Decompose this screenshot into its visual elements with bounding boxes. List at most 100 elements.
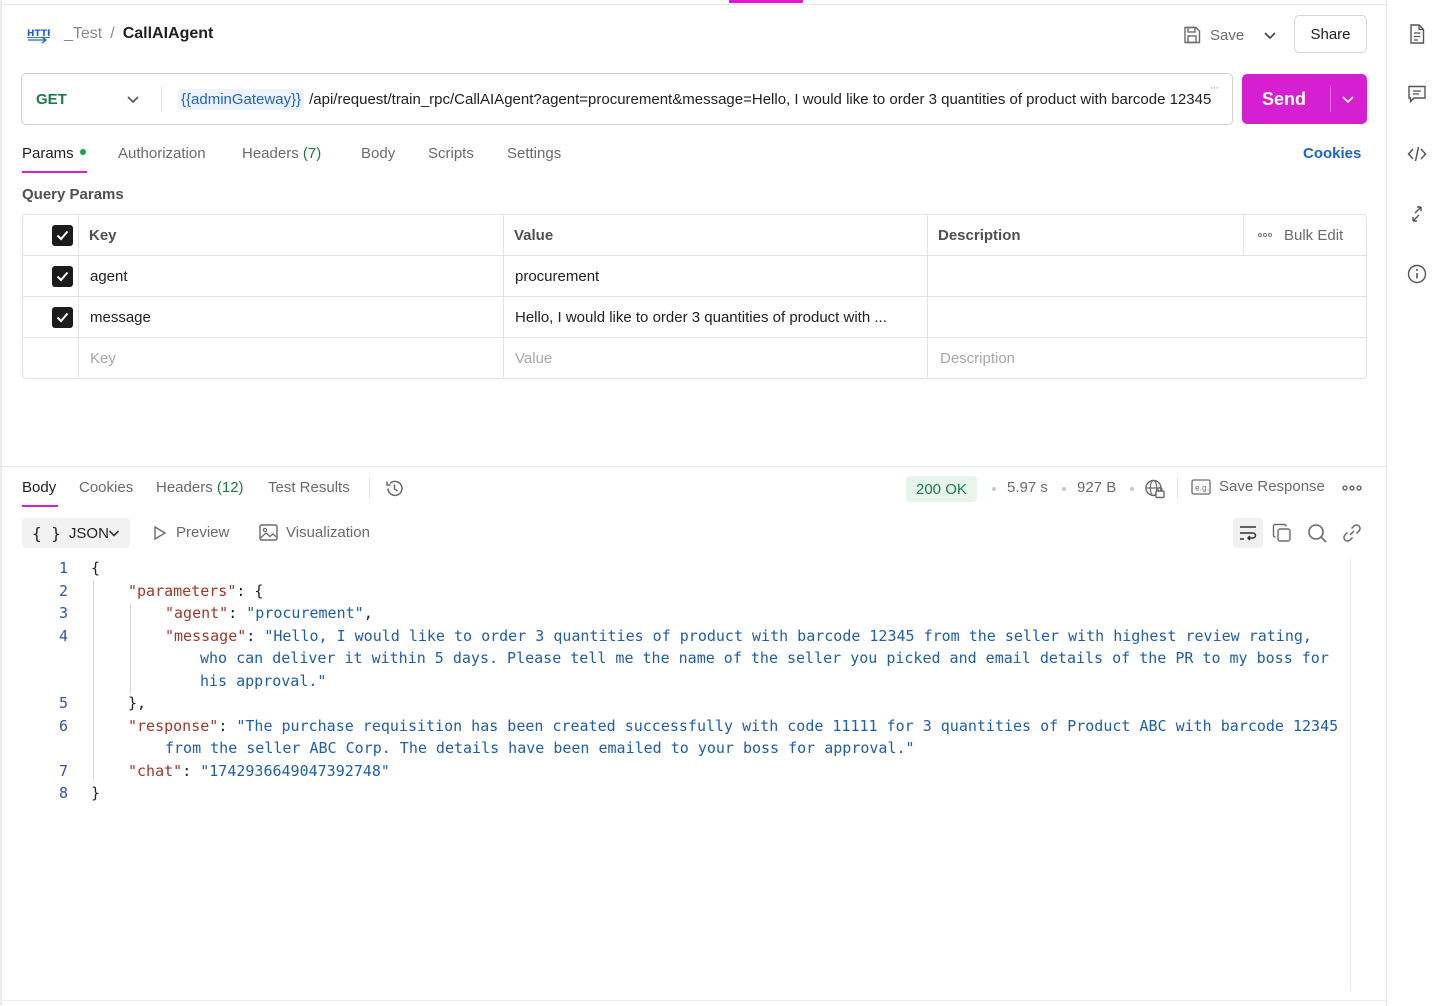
divider xyxy=(369,478,370,498)
preview-button[interactable]: Preview xyxy=(152,524,229,541)
active-tab-underline xyxy=(22,171,87,173)
param-key[interactable]: message xyxy=(90,297,151,337)
divider xyxy=(161,86,162,112)
document-icon[interactable] xyxy=(1406,23,1428,45)
table-row: agent procurement xyxy=(23,256,1366,297)
left-edge xyxy=(0,0,2,1006)
response-tab-headers-label: Headers xyxy=(156,479,213,496)
column-divider xyxy=(1243,215,1244,255)
svg-text:HTTP: HTTP xyxy=(27,29,50,39)
url-input[interactable]: {{adminGateway}} /api/request/train_rpc/… xyxy=(178,74,1214,124)
key-input[interactable]: Key xyxy=(90,338,116,378)
save-response-label: Save Response xyxy=(1219,478,1325,495)
separator-dot xyxy=(992,487,996,491)
visualization-label: Visualization xyxy=(286,524,370,541)
share-button[interactable]: Share xyxy=(1294,15,1367,53)
bottom-border xyxy=(0,1000,1386,1001)
response-size[interactable]: 927 B xyxy=(1077,479,1116,496)
copy-icon[interactable] xyxy=(1271,522,1293,544)
more-horizontal-icon[interactable] xyxy=(1342,480,1362,496)
json-string-continuation: who can deliver it within 5 days. Please… xyxy=(200,649,1329,667)
json-line: "response": "The purchase requisition ha… xyxy=(128,717,1339,735)
code-icon[interactable] xyxy=(1406,143,1428,165)
breadcrumb-collection[interactable]: _Test xyxy=(64,25,102,43)
json-brace: { xyxy=(91,559,101,577)
json-string: "procurement" xyxy=(246,604,364,622)
response-time[interactable]: 5.97 s xyxy=(1007,479,1048,496)
more-horizontal-icon xyxy=(1258,233,1272,237)
row-checkbox[interactable] xyxy=(52,307,73,328)
right-sidebar xyxy=(1386,0,1446,1006)
response-tab-test-results[interactable]: Test Results xyxy=(268,479,350,496)
tab-params[interactable]: Params xyxy=(22,145,86,162)
param-key[interactable]: agent xyxy=(90,256,128,296)
pane-divider[interactable] xyxy=(0,466,1386,467)
json-string: "The purchase requisition has been creat… xyxy=(236,717,1339,735)
chevron-down-icon xyxy=(108,530,120,537)
column-value: Value xyxy=(514,226,554,244)
value-input[interactable]: Value xyxy=(515,338,552,378)
tab-scripts[interactable]: Scripts xyxy=(428,145,474,162)
tab-params-label: Params xyxy=(22,145,74,162)
checkmark-icon xyxy=(56,230,69,241)
cookies-link[interactable]: Cookies xyxy=(1303,145,1361,162)
format-select[interactable]: { } JSON xyxy=(22,518,130,548)
tab-headers-label: Headers xyxy=(242,145,299,162)
active-tab-underline xyxy=(22,505,58,507)
send-button[interactable]: Send xyxy=(1242,74,1367,124)
tab-settings[interactable]: Settings xyxy=(507,145,561,162)
checkmark-icon xyxy=(56,312,69,323)
response-tab-headers[interactable]: Headers (12) xyxy=(156,479,244,496)
param-value[interactable]: Hello, I would like to order 3 quantitie… xyxy=(515,297,920,337)
table-row-new: Key Value Description xyxy=(23,338,1366,378)
top-tab-strip xyxy=(0,0,1386,5)
link-icon[interactable] xyxy=(1341,522,1363,544)
globe-lock-icon[interactable] xyxy=(1144,478,1166,500)
chevron-down-icon[interactable] xyxy=(1339,90,1357,108)
wrap-lines-button[interactable] xyxy=(1233,518,1263,548)
json-line: "chat": "1742936649047392748" xyxy=(128,762,390,780)
json-key: "agent" xyxy=(165,604,229,622)
json-line: "agent": "procurement", xyxy=(165,604,373,622)
request-bar: GET {{adminGateway}} /api/request/train_… xyxy=(21,73,1233,125)
history-icon[interactable] xyxy=(384,478,405,499)
json-string-continuation: from the seller ABC Corp. The details ha… xyxy=(165,739,915,757)
param-value[interactable]: procurement xyxy=(515,256,599,296)
scrollbar[interactable] xyxy=(1350,559,1351,991)
json-key: "chat" xyxy=(128,762,183,780)
response-tab-body[interactable]: Body xyxy=(22,479,56,496)
row-checkbox[interactable] xyxy=(52,266,73,287)
visualization-button[interactable]: Visualization xyxy=(259,524,370,541)
comment-icon[interactable] xyxy=(1406,83,1428,105)
chevron-down-icon[interactable] xyxy=(1259,24,1281,46)
query-params-table: Key Value Description Bulk Edit agent pr… xyxy=(22,214,1367,379)
save-button[interactable]: Save xyxy=(1182,22,1244,48)
response-tab-cookies[interactable]: Cookies xyxy=(79,479,133,496)
headers-count: (7) xyxy=(302,145,322,162)
url-variable[interactable]: {{adminGateway}} xyxy=(178,88,305,110)
tab-headers[interactable]: Headers (7) xyxy=(242,145,321,162)
preview-label: Preview xyxy=(176,524,230,541)
search-icon[interactable] xyxy=(1306,522,1328,544)
request-name[interactable]: CallAIAgent xyxy=(123,25,214,43)
tab-body[interactable]: Body xyxy=(361,145,395,162)
table-header-row: Key Value Description Bulk Edit xyxy=(23,215,1366,256)
select-all-checkbox[interactable] xyxy=(52,225,73,246)
url-path: /api/request/train_rpc/CallAIAgent?agent… xyxy=(309,90,1212,108)
save-response-button[interactable]: e.g. Save Response xyxy=(1191,478,1325,495)
save-label: Save xyxy=(1210,26,1245,44)
info-icon[interactable] xyxy=(1406,263,1428,285)
column-key: Key xyxy=(89,226,117,244)
description-input[interactable]: Description xyxy=(940,338,1015,378)
json-string-continuation: his approval." xyxy=(200,672,327,690)
tab-authorization[interactable]: Authorization xyxy=(118,145,206,162)
related-icon[interactable] xyxy=(1406,203,1428,225)
json-brace: }, xyxy=(128,694,147,712)
image-icon xyxy=(259,524,278,541)
line-number: 3 xyxy=(58,604,68,622)
line-number: 6 xyxy=(58,717,68,735)
json-line: "message": "Hello, I would like to order… xyxy=(165,627,1312,645)
status-badge[interactable]: 200 OK xyxy=(906,476,977,502)
checkmark-icon xyxy=(56,271,69,282)
bulk-edit-button[interactable]: Bulk Edit xyxy=(1258,215,1343,255)
